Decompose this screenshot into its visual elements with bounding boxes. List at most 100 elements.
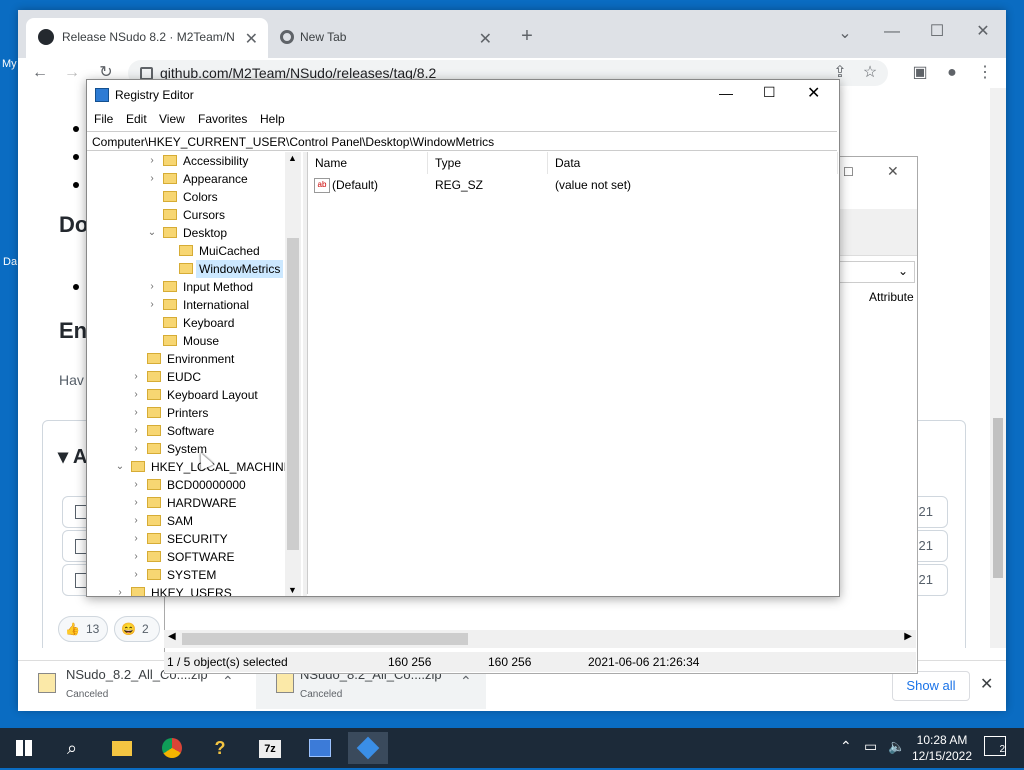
horizontal-scrollbar-thumb[interactable]: [182, 633, 468, 645]
file-explorer-icon[interactable]: [102, 732, 142, 764]
collapse-chevron-icon[interactable]: ⌄: [113, 458, 127, 476]
profile-avatar-icon[interactable]: ●: [940, 61, 964, 85]
expand-chevron-icon[interactable]: ›: [129, 386, 143, 404]
reaction-thumbs-up[interactable]: 👍 13: [58, 616, 108, 642]
folder-icon: [163, 155, 177, 166]
address-bar[interactable]: Computer\HKEY_CURRENT_USER\Control Panel…: [87, 131, 837, 151]
value-type: REG_SZ: [435, 178, 484, 192]
tree-key-label: WindowMetrics: [196, 260, 284, 278]
tree-key-label: SAM: [167, 514, 194, 528]
close-icon[interactable]: ✕: [807, 83, 820, 103]
close-tab-icon[interactable]: ✕: [245, 29, 258, 49]
clock[interactable]: 10:28 AM 12/15/2022: [910, 732, 974, 764]
reaction-smile[interactable]: 😄 2: [114, 616, 160, 642]
expand-chevron-icon[interactable]: ›: [129, 512, 143, 530]
tree-key-label: Accessibility: [183, 154, 249, 168]
chrome-icon[interactable]: [152, 732, 192, 764]
expand-chevron-icon[interactable]: ›: [129, 566, 143, 584]
menu-favorites[interactable]: Favorites: [198, 112, 247, 126]
back-arrow-icon[interactable]: ←: [28, 61, 52, 85]
expand-chevron-icon[interactable]: ›: [129, 368, 143, 386]
menu-file[interactable]: File: [94, 112, 113, 126]
side-panel-icon[interactable]: ▣: [908, 61, 932, 85]
close-window-icon[interactable]: ✕: [971, 20, 995, 44]
tree-key-label: Mouse: [183, 334, 220, 348]
tab-new-tab[interactable]: New Tab ✕: [270, 18, 502, 58]
clock-date: 12/15/2022: [911, 749, 973, 763]
expand-chevron-icon[interactable]: ›: [145, 278, 159, 296]
page-scrollbar-thumb[interactable]: [993, 418, 1003, 578]
tree-key-label: SYSTEM: [167, 568, 217, 582]
close-downloads-icon[interactable]: ✕: [980, 674, 993, 694]
folder-icon: [163, 281, 177, 292]
tree-key-label: Colors: [183, 190, 218, 204]
menu-help[interactable]: Help: [260, 112, 285, 126]
close-window-icon[interactable]: ✕: [887, 163, 899, 180]
chevron-up-icon[interactable]: ⌃: [460, 673, 472, 690]
7zip-icon[interactable]: 7z: [250, 732, 290, 764]
desktop-icon-label-da[interactable]: Da: [3, 256, 17, 268]
chevron-up-icon[interactable]: ⌃: [222, 673, 234, 690]
tab-nsudo-release[interactable]: Release NSudo 8.2 · M2Team/NS ✕: [26, 18, 268, 58]
tree-key-label: Keyboard: [183, 316, 235, 330]
tab-search-chevron-icon[interactable]: ⌄: [833, 22, 857, 46]
forward-arrow-icon[interactable]: →: [60, 61, 84, 85]
volume-icon[interactable]: 🔈: [888, 738, 905, 755]
start-windows-icon[interactable]: [4, 732, 44, 764]
expand-chevron-icon[interactable]: ›: [145, 170, 159, 188]
expand-chevron-icon[interactable]: ›: [129, 404, 143, 422]
value-row[interactable]: ab (Default) REG_SZ (value not set): [308, 176, 836, 194]
notifications-icon[interactable]: 2: [984, 736, 1006, 756]
scroll-down-icon[interactable]: ▼: [288, 585, 297, 595]
column-header-type[interactable]: Type: [428, 152, 548, 174]
tray-chevron-up-icon[interactable]: ⌃: [840, 738, 852, 755]
close-tab-icon[interactable]: ✕: [479, 29, 492, 49]
menu-edit[interactable]: Edit: [126, 112, 147, 126]
expand-chevron-icon[interactable]: ›: [129, 476, 143, 494]
column-header-name[interactable]: Name: [308, 152, 428, 174]
collapse-chevron-icon[interactable]: ⌄: [145, 224, 159, 242]
bookmark-star-icon[interactable]: ☆: [858, 61, 882, 85]
window-app-icon[interactable]: [300, 732, 340, 764]
tree-scrollbar[interactable]: ▲ ▼: [285, 152, 301, 596]
search-icon[interactable]: ⌕: [52, 732, 92, 764]
scroll-left-icon[interactable]: ◀: [168, 631, 176, 642]
folder-icon: [131, 461, 145, 472]
column-header-data[interactable]: Data: [548, 152, 838, 174]
help-app-icon[interactable]: ?: [200, 732, 240, 764]
maximize-icon[interactable]: ☐: [763, 84, 776, 101]
network-icon[interactable]: ▭: [864, 738, 877, 755]
menu-kebab-icon[interactable]: ⋮: [973, 61, 997, 85]
expand-chevron-icon[interactable]: ›: [129, 422, 143, 440]
regedit-taskbar-icon[interactable]: [348, 732, 388, 764]
scroll-up-icon[interactable]: ▲: [288, 153, 297, 163]
expand-chevron-icon[interactable]: ›: [129, 440, 143, 458]
tree-key-label: HKEY_USERS: [151, 586, 232, 596]
maximize-icon[interactable]: ☐: [925, 20, 949, 44]
minimize-icon[interactable]: —: [880, 20, 904, 44]
expand-chevron-icon[interactable]: ›: [129, 530, 143, 548]
page-scrollbar[interactable]: [990, 88, 1006, 648]
horizontal-scrollbar[interactable]: ◀ ▶: [164, 630, 916, 648]
title-bar[interactable]: Registry Editor — ☐ ✕: [87, 80, 839, 110]
values-list: Name Type Data ab (Default) REG_SZ (valu…: [307, 152, 838, 594]
chrome-icon: [280, 30, 294, 44]
expand-chevron-icon[interactable]: ›: [113, 584, 127, 596]
tree-scrollbar-thumb[interactable]: [287, 238, 299, 550]
maximize-icon[interactable]: ☐: [843, 165, 854, 179]
desktop-icon-label-my[interactable]: My: [2, 58, 17, 70]
new-tab-plus-icon[interactable]: +: [515, 24, 539, 48]
column-header-attributes[interactable]: Attribute: [869, 290, 914, 304]
expand-chevron-icon[interactable]: ›: [145, 152, 159, 170]
tab-strip: Release NSudo 8.2 · M2Team/NS ✕ New Tab …: [18, 10, 1006, 58]
show-all-button[interactable]: Show all: [892, 671, 970, 701]
reaction-count: 13: [85, 622, 100, 636]
assets-toggle[interactable]: ▾ A: [58, 444, 87, 469]
smile-icon: 😄: [121, 622, 136, 636]
minimize-icon[interactable]: —: [719, 85, 733, 101]
expand-chevron-icon[interactable]: ›: [129, 494, 143, 512]
scroll-right-icon[interactable]: ▶: [904, 631, 912, 642]
expand-chevron-icon[interactable]: ›: [145, 296, 159, 314]
expand-chevron-icon[interactable]: ›: [129, 548, 143, 566]
menu-view[interactable]: View: [159, 112, 185, 126]
